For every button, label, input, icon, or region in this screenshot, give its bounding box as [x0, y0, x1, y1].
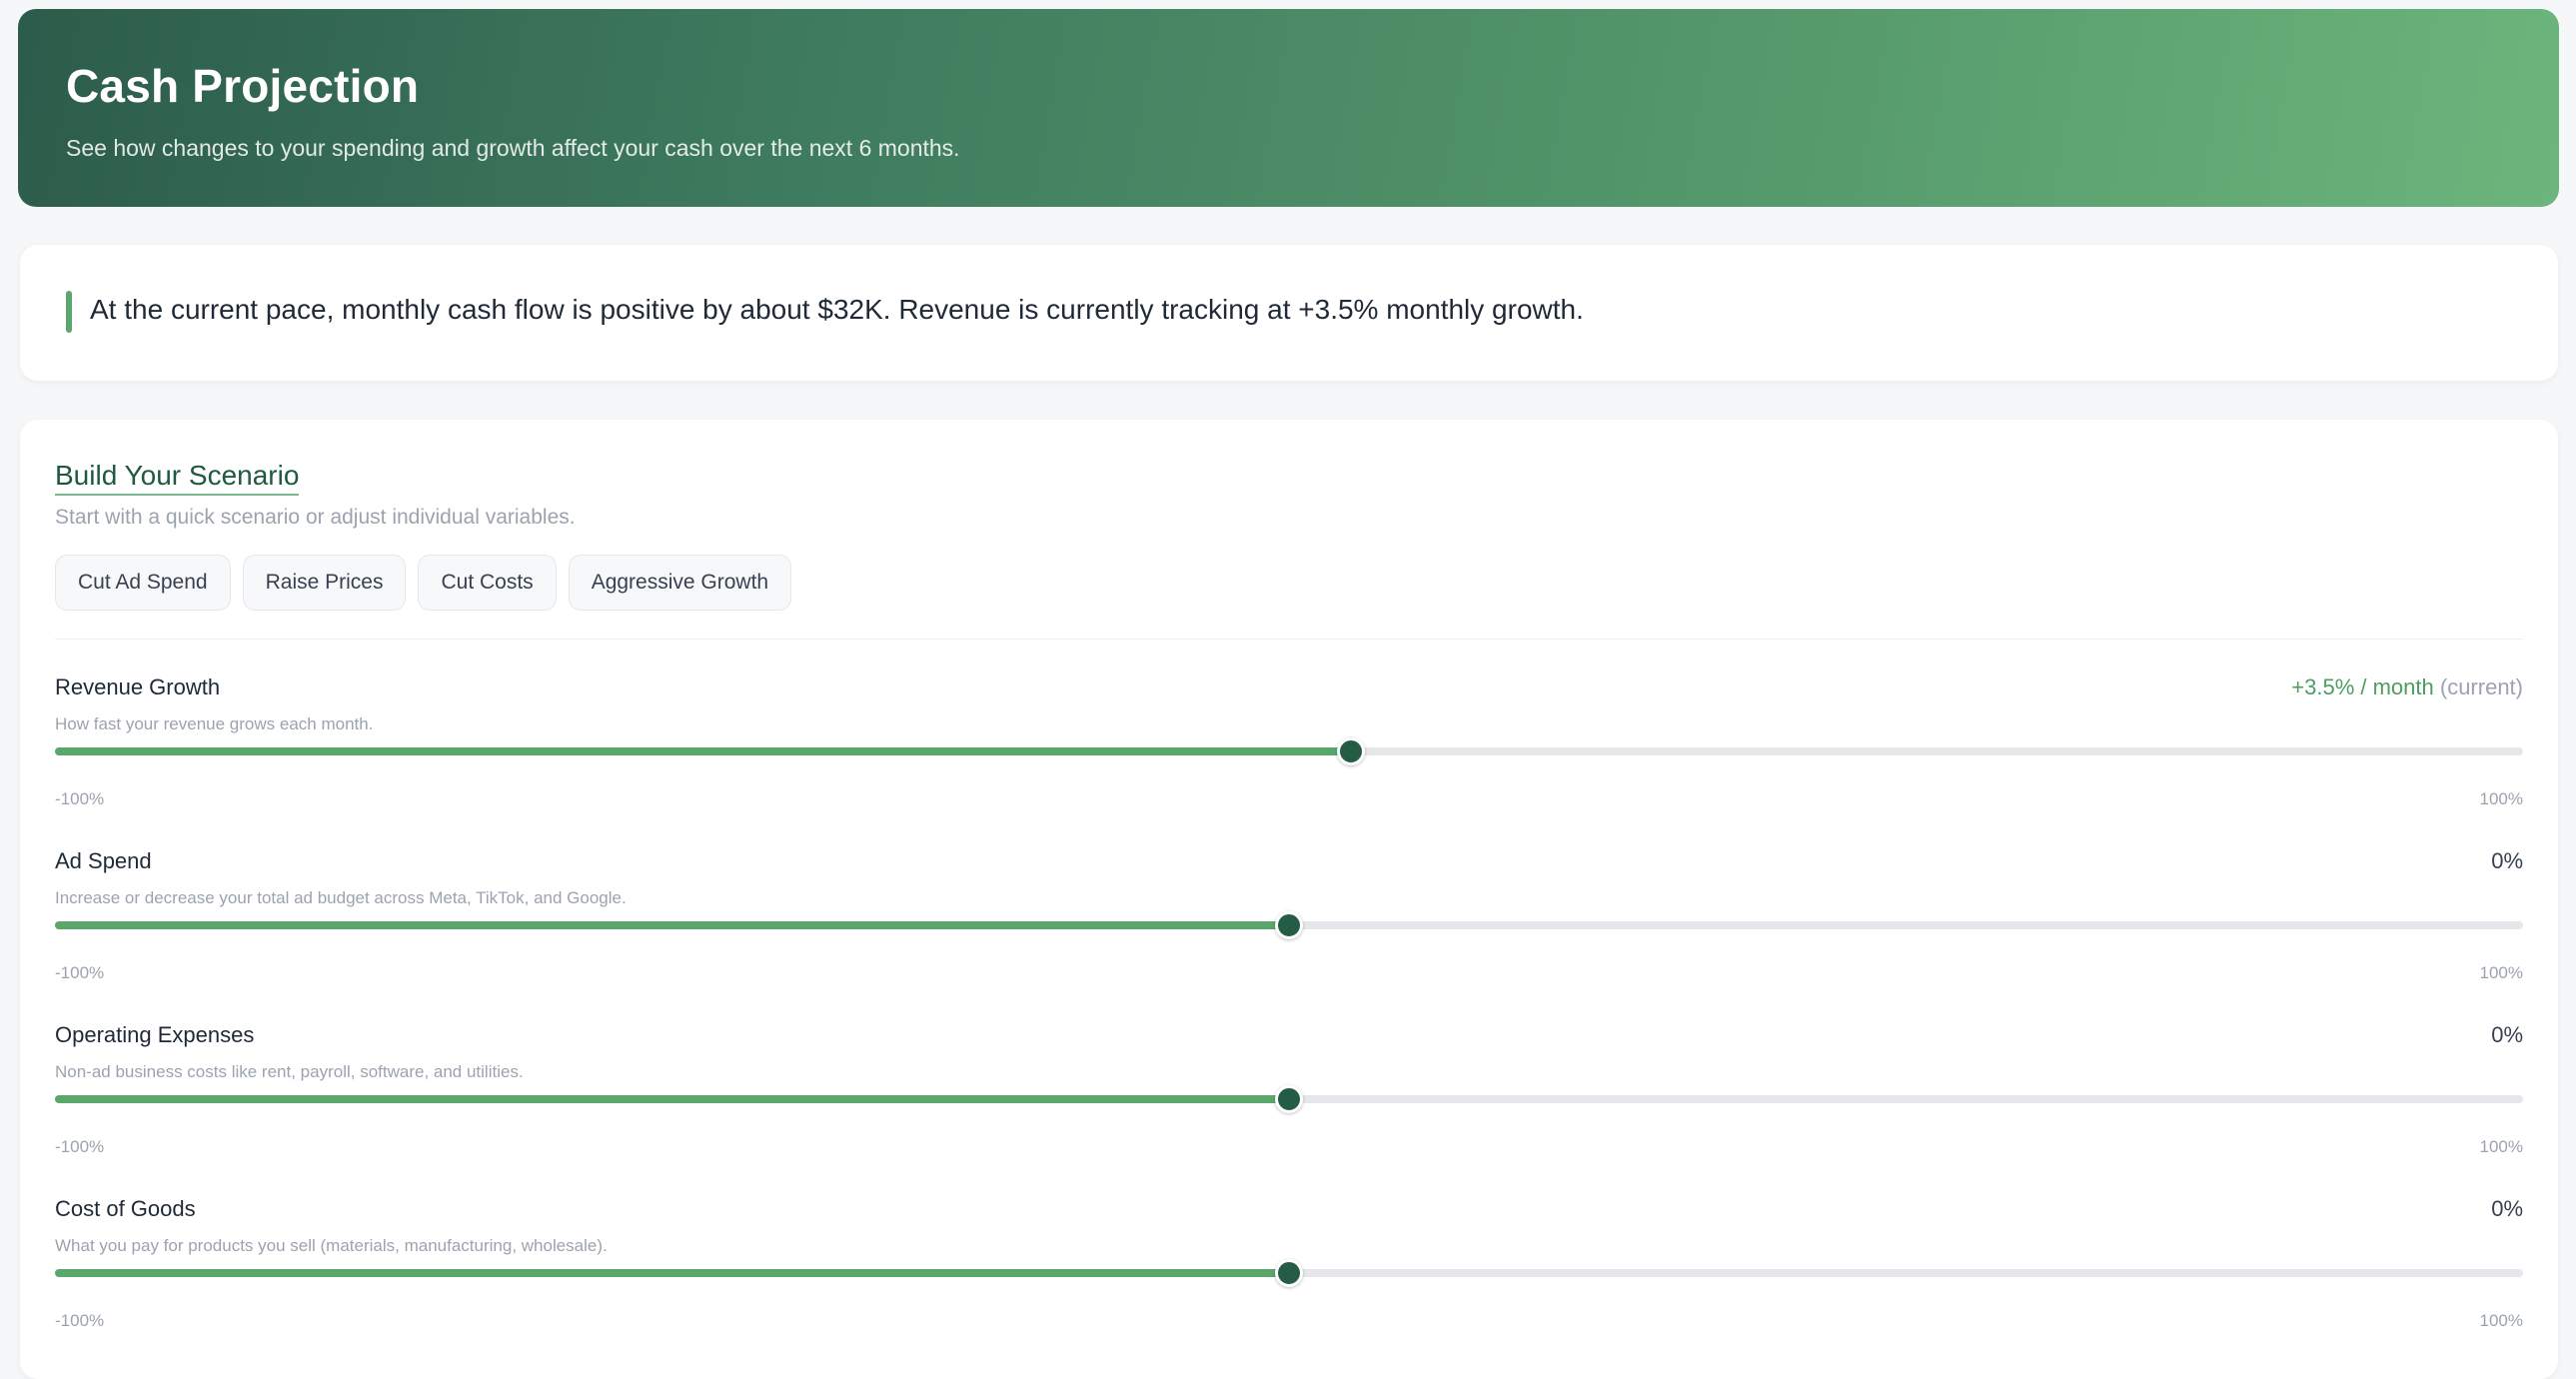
preset-cut-ad-spend-button[interactable]: Cut Ad Spend [55, 555, 231, 611]
preset-raise-prices-button[interactable]: Raise Prices [242, 555, 407, 611]
slider-value: 0% [2491, 1196, 2523, 1222]
slider-fill [55, 1095, 1289, 1103]
slider-cost-of-goods: Cost of Goods 0% What you pay for produc… [55, 1196, 2523, 1356]
scenario-builder: Build Your Scenario Start with a quick s… [20, 420, 2558, 1379]
slider-value-text: 0% [2491, 1022, 2523, 1047]
slider-description: How fast your revenue grows each month. [55, 714, 374, 733]
slider-min-label: -100% [55, 789, 105, 808]
slider-min-label: -100% [55, 1137, 105, 1156]
insight-card: At the current pace, monthly cash flow i… [20, 245, 2558, 381]
slider-label: Revenue Growth [55, 675, 221, 699]
page-title: Cash Projection [66, 60, 420, 112]
slider-revenue-growth: Revenue Growth +3.5% / month (current) H… [55, 675, 2523, 834]
slider-label: Operating Expenses [55, 1022, 255, 1047]
slider-track[interactable] [55, 911, 2523, 939]
slider-description: What you pay for products you sell (mate… [55, 1236, 608, 1255]
preset-cut-costs-button[interactable]: Cut Costs [418, 555, 557, 611]
slider-value: 0% [2491, 1022, 2523, 1048]
slider-fill [55, 747, 1351, 755]
slider-track[interactable] [55, 1259, 2523, 1287]
preset-aggressive-growth-button[interactable]: Aggressive Growth [568, 555, 792, 611]
slider-min-label: -100% [55, 963, 105, 982]
slider-max-label: 100% [2479, 789, 2523, 808]
slider-max-label: 100% [2479, 963, 2523, 982]
slider-value-note: (current) [2439, 675, 2523, 699]
slider-description: Increase or decrease your total ad budge… [55, 888, 627, 907]
slider-value-text: 0% [2491, 848, 2523, 873]
slider-thumb[interactable] [1336, 737, 1365, 765]
slider-thumb[interactable] [1275, 911, 1303, 939]
preset-chips: Cut Ad Spend Raise Prices Cut Costs Aggr… [55, 555, 792, 611]
slider-value-text: 0% [2491, 1196, 2523, 1221]
slider-description: Non-ad business costs like rent, payroll… [55, 1062, 524, 1081]
slider-value: 0% [2491, 848, 2523, 874]
slider-fill [55, 921, 1289, 929]
slider-track[interactable] [55, 737, 2523, 765]
page-header: Cash Projection See how changes to your … [18, 9, 2559, 207]
divider [55, 639, 2523, 640]
scenario-subtitle: Start with a quick scenario or adjust in… [55, 506, 576, 529]
slider-max-label: 100% [2479, 1137, 2523, 1156]
slider-value: +3.5% / month (current) [2291, 675, 2523, 700]
page-subtitle: See how changes to your spending and gro… [66, 135, 960, 161]
scenario-title: Build Your Scenario [55, 460, 300, 496]
insight-accent-bar [66, 291, 72, 333]
slider-thumb[interactable] [1275, 1085, 1303, 1113]
slider-label: Cost of Goods [55, 1196, 196, 1221]
slider-operating-expenses: Operating Expenses 0% Non-ad business co… [55, 1022, 2523, 1182]
slider-ad-spend: Ad Spend 0% Increase or decrease your to… [55, 848, 2523, 1008]
slider-thumb[interactable] [1275, 1259, 1303, 1287]
slider-label: Ad Spend [55, 848, 152, 873]
slider-min-label: -100% [55, 1311, 105, 1330]
slider-max-label: 100% [2479, 1311, 2523, 1330]
insight-text: At the current pace, monthly cash flow i… [90, 294, 1584, 325]
slider-track[interactable] [55, 1085, 2523, 1113]
slider-value-text: +3.5% / month [2291, 675, 2434, 699]
slider-fill [55, 1269, 1289, 1277]
